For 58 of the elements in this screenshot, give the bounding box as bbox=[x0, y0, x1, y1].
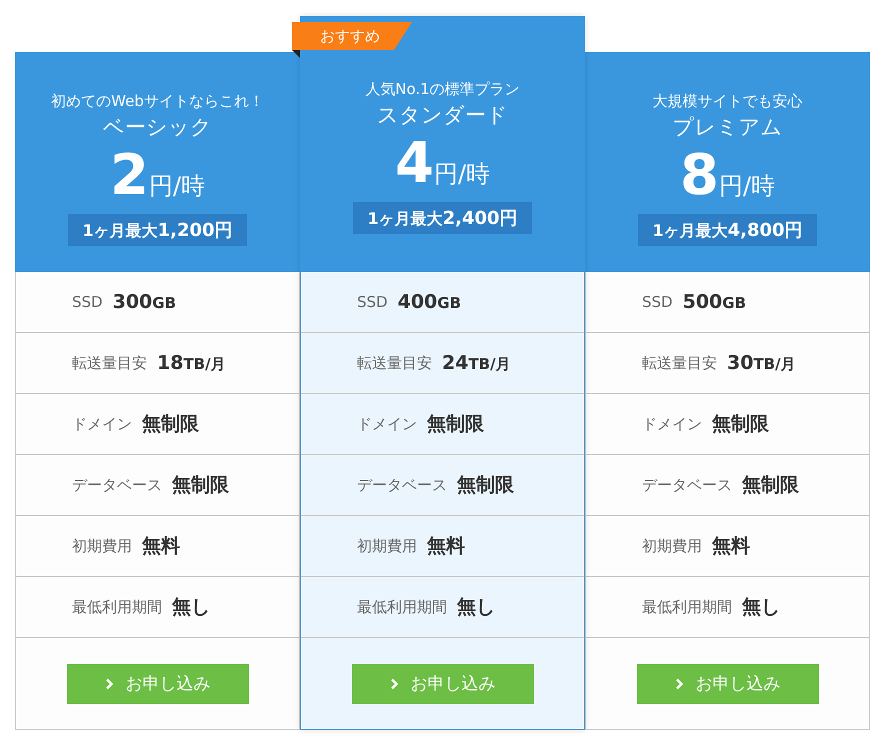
feature-value: 無し bbox=[172, 595, 210, 620]
feature-label: データベース bbox=[72, 476, 162, 494]
feature-label: ドメイン bbox=[72, 414, 132, 434]
feature-value: 無制限 bbox=[142, 412, 199, 437]
chevron-icon bbox=[104, 678, 114, 690]
monthly-max-price: 1ヶ月最大2,400円 bbox=[353, 202, 532, 234]
feature-label: 転送量目安 bbox=[642, 354, 717, 372]
feature-label: 初期費用 bbox=[72, 536, 132, 556]
plan-name: ベーシック bbox=[103, 114, 212, 141]
feature-label: SSD bbox=[642, 293, 673, 311]
feature-value: 400GB bbox=[398, 291, 462, 313]
monthly-max-price: 1ヶ月最大4,800円 bbox=[638, 214, 817, 246]
feature-value: 500GB bbox=[682, 291, 746, 313]
feature-value: 無制限 bbox=[172, 473, 229, 498]
feature-label: 初期費用 bbox=[357, 536, 417, 556]
feature-value: 無制限 bbox=[427, 412, 484, 437]
feature-label: ドメイン bbox=[357, 414, 417, 434]
feature-value: 無制限 bbox=[742, 473, 799, 498]
price-unit: 円/時 bbox=[434, 159, 490, 190]
feature-label: SSD bbox=[357, 293, 388, 311]
feature-label: 最低利用期間 bbox=[642, 598, 732, 616]
feature-label: ドメイン bbox=[642, 414, 702, 434]
feature-value: 18TB/月 bbox=[157, 352, 226, 374]
recommended-badge: おすすめ bbox=[292, 22, 412, 50]
feature-value: 無料 bbox=[427, 534, 465, 559]
feature-label: 転送量目安 bbox=[72, 354, 147, 372]
feature-label: 転送量目安 bbox=[357, 354, 432, 372]
chevron-icon bbox=[390, 678, 398, 690]
price-amount: 4 bbox=[394, 134, 434, 194]
price-unit: 円/時 bbox=[148, 171, 206, 202]
feature-value: 無制限 bbox=[712, 412, 769, 437]
price-amount: 8 bbox=[680, 146, 719, 206]
feature-value: 無し bbox=[457, 595, 495, 620]
plan-tagline: 人気No.1の標準プラン bbox=[365, 79, 520, 100]
feature-value: 無料 bbox=[712, 534, 750, 559]
feature-label: データベース bbox=[642, 476, 732, 494]
feature-label: データベース bbox=[357, 476, 447, 494]
feature-label: 最低利用期間 bbox=[72, 598, 162, 616]
monthly-max-price: 1ヶ月最大1,200円 bbox=[68, 214, 247, 246]
plan-name: プレミアム bbox=[672, 114, 782, 141]
feature-value: 無制限 bbox=[457, 473, 514, 498]
feature-label: 初期費用 bbox=[642, 536, 702, 556]
plan-name: スタンダード bbox=[377, 102, 508, 129]
feature-label: 最低利用期間 bbox=[357, 598, 447, 616]
price-unit: 円/時 bbox=[718, 171, 776, 202]
feature-value: 30TB/月 bbox=[727, 352, 796, 374]
feature-value: 無料 bbox=[142, 534, 180, 559]
feature-value: 24TB/月 bbox=[442, 352, 511, 374]
feature-value: 300GB bbox=[112, 291, 176, 313]
apply-button[interactable]: お申し込み bbox=[636, 664, 818, 704]
plan-tagline: 初めてのWebサイトならこれ！ bbox=[51, 91, 264, 112]
plan-tagline: 大規模サイトでも安心 bbox=[652, 91, 802, 112]
feature-value: 無し bbox=[742, 595, 780, 620]
apply-button[interactable]: お申し込み bbox=[352, 664, 534, 704]
price-amount: 2 bbox=[110, 146, 149, 206]
chevron-icon bbox=[674, 678, 684, 690]
apply-button[interactable]: お申し込み bbox=[66, 664, 248, 704]
feature-label: SSD bbox=[72, 293, 103, 311]
